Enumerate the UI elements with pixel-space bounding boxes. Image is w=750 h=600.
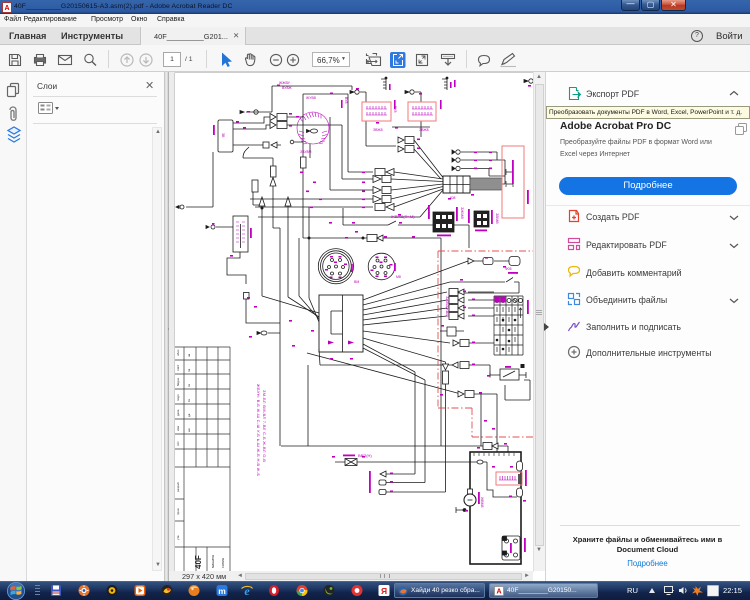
svg-text:машина: машина [211, 555, 215, 568]
svg-text:ВМ: ВМ [354, 280, 359, 284]
svg-text:ЖВЖ8(Ф+М): ЖВЖ8(Ф+М) [391, 214, 415, 219]
svg-text:ЗЖМ8: ЗЖМ8 [460, 207, 465, 219]
svg-text:дата: дата [176, 409, 180, 416]
svg-text:обоз: обоз [176, 349, 180, 356]
svg-text:лист: лист [176, 364, 180, 371]
svg-text:пв: пв [187, 368, 191, 372]
svg-text:№док: №док [176, 377, 180, 386]
svg-text:ЖУВ8: ЖУВ8 [306, 96, 316, 100]
svg-text:ЗВМ8: ЗВМ8 [495, 213, 500, 224]
svg-text:подп: подп [176, 394, 180, 401]
svg-text:лст: лст [176, 441, 180, 446]
svg-text:m: m [218, 586, 226, 596]
svg-text:ЗВЖ8: ЗВЖ8 [373, 128, 383, 132]
svg-text:нв: нв [187, 353, 191, 357]
svg-text:АШ-ВУ: АШ-ВУ [532, 162, 533, 174]
svg-text:ВУ8: ВУ8 [393, 106, 397, 112]
svg-text:Ф05: Ф05 [505, 267, 512, 271]
svg-text:М8: М8 [396, 275, 401, 279]
svg-text:40F: 40F [194, 555, 203, 569]
svg-text:ЗВ: ЗВ [221, 133, 225, 138]
svg-text:разраб: разраб [176, 482, 180, 492]
svg-text:изм: изм [176, 426, 180, 431]
svg-text:пров: пров [176, 508, 180, 515]
svg-text:ВВП(Н): ВВП(Н) [358, 453, 372, 458]
svg-text:Я: Я [381, 586, 387, 596]
svg-text:A: A [496, 589, 501, 596]
svg-text:св: св [187, 384, 191, 388]
svg-text:ЗЖВЗЖВМ: ЗЖВЗЖВМ [445, 296, 450, 317]
svg-text:ЖЖВУ: ЖЖВУ [279, 81, 291, 85]
svg-text:схема: схема [221, 558, 225, 568]
svg-text:ЖБУН: В-Б Ж-Ш С-Ш У-Б Ь-Ш Ж-Б: ЖБУН: В-Б Ж-Ш С-Ш У-Б Ь-Ш Ж-Б Н-В Ж-Б [256, 384, 261, 476]
svg-text:ЖВМ8: ЖВМ8 [480, 497, 484, 507]
svg-text:утв: утв [176, 535, 180, 540]
svg-text:A: A [4, 5, 9, 12]
svg-text:ВУ8Ж: ВУ8Ж [282, 86, 292, 90]
svg-text:жв: жв [187, 428, 191, 432]
svg-text:дв: дв [187, 413, 191, 417]
svg-text:Ю8: Ю8 [450, 196, 456, 200]
svg-text:тв: тв [187, 399, 191, 402]
svg-text:ВУ8: ВУ8 [344, 97, 348, 103]
svg-text:ЗВУ8М: ЗВУ8М [300, 150, 312, 154]
svg-text:ЗМ-БЛ ВМ-ВЛ 7-ВЛ С-Б Ж-ВЛ О-В: ЗМ-БЛ ВМ-ВЛ 7-ВЛ С-Б Ж-ВЛ О-В [262, 390, 267, 462]
svg-text:ЗВЖ8: ЗВЖ8 [419, 128, 429, 132]
